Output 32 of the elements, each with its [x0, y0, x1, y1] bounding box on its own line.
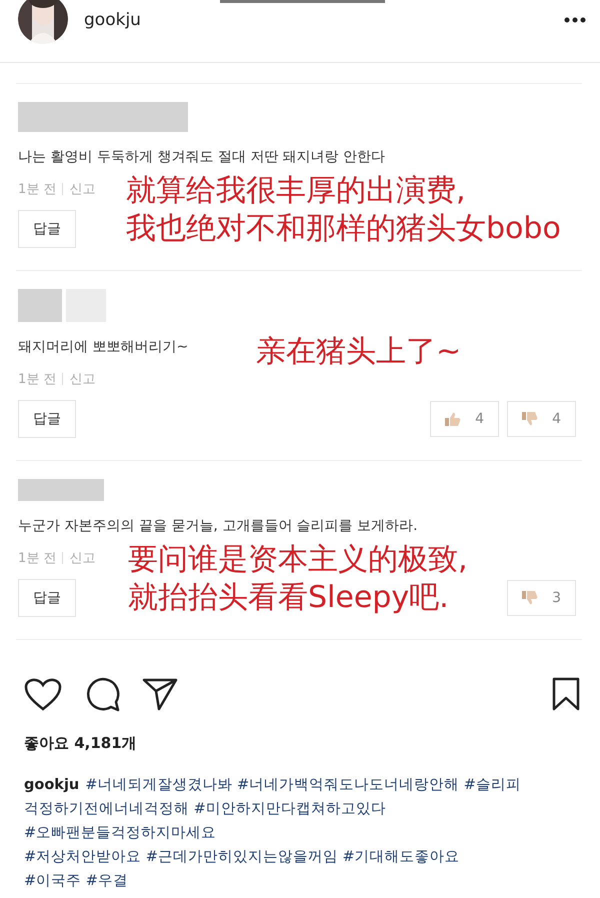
hashtag-line[interactable]: #오빠팬분들걱정하지마세요 [24, 825, 216, 841]
hashtag-line[interactable]: 걱정하기전에너네걱정해 #미안하지만다캡쳐하고있다 [24, 801, 386, 817]
heart-icon[interactable] [24, 677, 62, 711]
comment-text: 돼지머리에 뽀뽀해버리기~ [18, 338, 188, 356]
thumbs-up-icon [445, 412, 462, 426]
reply-button[interactable]: 답글 [18, 210, 76, 248]
like-button[interactable]: 4 [430, 401, 500, 437]
thumbs-down-icon [522, 412, 538, 426]
bookmark-icon[interactable] [552, 677, 580, 711]
caption-username[interactable]: gookju [24, 777, 80, 793]
hashtag-line[interactable]: #저상처안받아요 #근데가만히있지는않을꺼임 #기대해도좋아요 [24, 849, 460, 865]
comment-time: 1분 전 [18, 550, 56, 567]
more-options-icon[interactable] [564, 17, 586, 23]
comment-time: 1분 전 [18, 181, 56, 198]
hashtag-line[interactable]: #너네되게잘생겼나봐 #너네가백억줘도나도너네랑안해 #슬리피 [85, 777, 521, 793]
comment-time: 1분 전 [18, 371, 56, 388]
comment-text: 나는 활영비 두둑하게 챙겨줘도 절대 저딴 돼지녀랑 안한다 [18, 148, 386, 166]
thumbs-down-icon [522, 591, 538, 605]
redacted-username [18, 289, 62, 322]
send-icon[interactable] [142, 677, 178, 711]
reply-button[interactable]: 답글 [18, 579, 76, 617]
hashtag-line[interactable]: #이국주 #우결 [24, 873, 128, 889]
like-count: 좋아요 4,181개 [24, 734, 137, 753]
translation-caption: 就算给我很丰厚的出演费, 我也绝对不和那样的猪头女bobo [126, 172, 561, 247]
translation-caption: 亲在猪头上了~ [256, 333, 462, 370]
dislike-button[interactable]: 3 [507, 580, 576, 616]
comment-text: 누군가 자본주의의 끝을 묻거늘, 고개를들어 슬리피를 보게하라. [18, 517, 418, 535]
dislike-button[interactable]: 4 [507, 401, 576, 437]
comment-icon[interactable] [84, 676, 120, 712]
translation-caption: 要问谁是资本主义的极致, 就抬抬头看看Sleepy吧. [128, 541, 468, 616]
reply-button[interactable]: 답글 [18, 400, 76, 438]
username[interactable]: gookju [84, 10, 564, 30]
